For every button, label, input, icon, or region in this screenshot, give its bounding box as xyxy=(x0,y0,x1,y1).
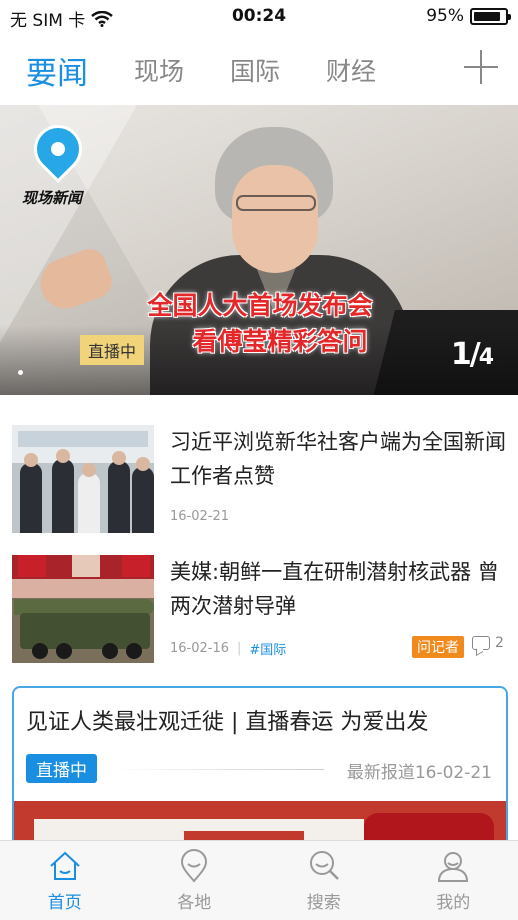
hero-headline: 全国人大首场发布会 看傅莹精彩答问 xyxy=(120,288,400,360)
location-pin-icon xyxy=(181,849,208,883)
nav-local-label: 各地 xyxy=(177,893,212,913)
carousel-pager: 1/4 xyxy=(450,337,494,372)
live-card-title: 见证人类最壮观迁徙 | 直播春运 为爱出发 xyxy=(26,710,429,735)
news-item[interactable]: 美媒:朝鲜一直在研制潜射核武器 曾两次潜射导弹 16-02-16 | #国际 问… xyxy=(0,555,518,695)
news-item[interactable]: 习近平浏览新华社客户端为全国新闻工作者点赞 16-02-21 xyxy=(0,425,518,565)
news-date: 16-02-16 xyxy=(170,641,230,656)
tab-caijing[interactable]: 财经 xyxy=(326,52,376,88)
comment-count[interactable]: 2 xyxy=(472,635,504,651)
tab-guoji[interactable]: 国际 xyxy=(230,52,280,88)
pager-current: 1 xyxy=(450,337,472,372)
nav-search[interactable]: 搜索 xyxy=(259,841,389,920)
news-meta: 16-02-16 | #国际 xyxy=(170,639,287,658)
pager-total: 4 xyxy=(478,345,494,370)
user-icon xyxy=(438,852,469,882)
tab-xianchang[interactable]: 现场 xyxy=(134,52,184,88)
status-bar: 无 SIM 卡 00:24 95% xyxy=(0,0,518,34)
comment-count-value: 2 xyxy=(495,635,504,651)
bottom-nav: 首页 各地 搜索 我的 xyxy=(0,840,518,920)
news-date: 16-02-21 xyxy=(170,509,230,524)
nav-search-label: 搜索 xyxy=(306,893,341,913)
battery-percent: 95% xyxy=(426,6,464,26)
divider xyxy=(114,769,324,770)
news-thumbnail xyxy=(12,425,154,533)
battery-group: 95% xyxy=(426,6,511,26)
hero-banner[interactable]: 现场新闻 全国人大首场发布会 看傅莹精彩答问 直播中 1/4 xyxy=(0,105,518,395)
plus-icon[interactable] xyxy=(464,50,498,84)
logo-text: 现场新闻 xyxy=(22,189,83,207)
home-icon xyxy=(50,851,80,880)
tab-yaowen[interactable]: 要闻 xyxy=(26,48,88,93)
news-thumbnail xyxy=(12,555,154,663)
hero-headline-line1: 全国人大首场发布会 xyxy=(147,291,373,320)
ask-reporter-badge[interactable]: 问记者 xyxy=(412,636,464,658)
hero-headline-line2: 看傅莹精彩答问 xyxy=(192,327,368,356)
news-category-tag[interactable]: #国际 xyxy=(249,639,286,658)
nav-home[interactable]: 首页 xyxy=(0,841,130,920)
channel-tabs: 要闻 现场 国际 财经 xyxy=(0,40,518,100)
news-title: 习近平浏览新华社客户端为全国新闻工作者点赞 xyxy=(170,430,506,488)
live-tag: 直播中 xyxy=(80,335,145,365)
news-title: 美媒:朝鲜一直在研制潜射核武器 曾两次潜射导弹 xyxy=(170,560,499,618)
news-meta: 16-02-21 xyxy=(170,509,229,524)
location-pin-icon xyxy=(24,115,92,183)
nav-me[interactable]: 我的 xyxy=(389,841,518,920)
xianchang-logo: 现场新闻 xyxy=(22,115,94,208)
tab-overflow-fade xyxy=(410,40,450,100)
latest-report: 最新报道16-02-21 xyxy=(346,763,492,783)
nav-me-label: 我的 xyxy=(436,893,471,913)
search-icon xyxy=(309,851,339,880)
battery-icon xyxy=(470,7,511,25)
nav-local[interactable]: 各地 xyxy=(130,841,260,920)
live-badge: 直播中 xyxy=(26,754,97,783)
carousel-dot xyxy=(18,370,23,375)
comment-icon xyxy=(472,636,490,650)
nav-home-label: 首页 xyxy=(47,893,82,913)
